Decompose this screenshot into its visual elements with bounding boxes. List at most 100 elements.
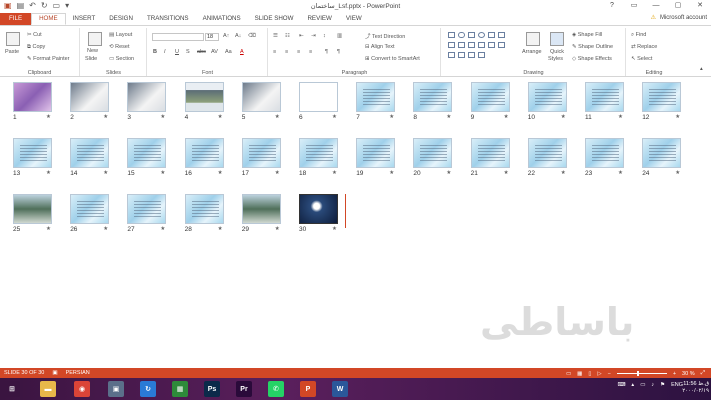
reading-view-icon[interactable]: ▯ — [588, 371, 591, 377]
tab-file[interactable]: FILE — [0, 13, 32, 25]
numbering-icon[interactable]: ☷ — [285, 33, 290, 39]
transition-star-icon[interactable]: ★ — [504, 114, 509, 120]
slide-thumbnail[interactable] — [127, 82, 167, 112]
powerpoint-icon[interactable]: P — [300, 381, 316, 397]
bold-button[interactable]: B — [153, 49, 157, 55]
section-button[interactable]: ▭ Section — [109, 56, 134, 62]
grow-font-button[interactable]: A↑ — [223, 33, 229, 39]
slide-thumbnail[interactable] — [527, 138, 567, 168]
slide-thumbnail-cell[interactable]: 30 ★ — [296, 194, 346, 236]
copy-button[interactable]: ⧉ Copy — [27, 44, 45, 51]
arrange-icon[interactable] — [526, 32, 540, 46]
shape-fill-button[interactable]: ◈ Shape Fill — [572, 32, 602, 38]
chrome-icon[interactable]: ◉ — [74, 381, 90, 397]
align-text-button[interactable]: ⊟ Align Text — [365, 44, 395, 50]
collapse-ribbon-icon[interactable]: ▴ — [700, 66, 703, 72]
fit-slide-icon[interactable]: ⤢ — [701, 370, 705, 377]
ltr-icon[interactable]: ¶ — [337, 49, 340, 55]
transition-star-icon[interactable]: ★ — [446, 170, 451, 176]
align-center-icon[interactable]: ≡ — [285, 49, 288, 55]
paste-button[interactable]: Paste — [5, 49, 19, 55]
new-slide-icon[interactable] — [88, 32, 102, 46]
language-indicator[interactable]: PERSIAN — [66, 370, 90, 376]
shape-rectangle-icon[interactable] — [448, 32, 455, 38]
slide-thumbnail-cell[interactable]: 26 ★ — [67, 194, 117, 236]
transition-star-icon[interactable]: ★ — [103, 114, 108, 120]
zoom-slider-thumb[interactable] — [636, 371, 639, 376]
slide-thumbnail-cell[interactable]: 24 ★ — [639, 138, 689, 180]
zoom-out-button[interactable]: − — [608, 371, 611, 377]
columns-icon[interactable]: ▥ — [337, 33, 342, 39]
maximize-button[interactable]: ▢ — [667, 0, 689, 12]
shape-outline-button[interactable]: ✎ Shape Outline — [572, 44, 613, 50]
windows-start-icon[interactable]: ⊞ — [4, 381, 20, 397]
slide-thumbnail[interactable] — [299, 138, 338, 168]
tab-animations[interactable]: ANIMATIONS — [196, 13, 248, 25]
slide-thumbnail[interactable] — [184, 194, 224, 224]
layout-button[interactable]: ▤ Layout — [109, 32, 132, 38]
slide-thumbnail-cell[interactable]: 8 ★ — [410, 82, 460, 124]
replace-button[interactable]: ⇄ Replace — [631, 44, 657, 50]
shape-block-icon[interactable] — [468, 52, 475, 58]
quick-styles-icon[interactable] — [550, 32, 564, 46]
proofing-icon[interactable]: ▣ — [52, 370, 57, 376]
slide-thumbnail-cell[interactable]: 6 ★ — [296, 82, 346, 124]
slide-thumbnail-cell[interactable]: 13 ★ — [10, 138, 60, 180]
slide-thumbnail-cell[interactable]: 14 ★ — [67, 138, 117, 180]
slide-thumbnail-cell[interactable]: 22 ★ — [525, 138, 575, 180]
transition-star-icon[interactable]: ★ — [332, 170, 337, 176]
convert-smartart-button[interactable]: ⊞ Convert to SmartArt — [365, 56, 420, 62]
reset-button[interactable]: ⟲ Reset — [109, 44, 130, 50]
shape-heart-icon[interactable] — [498, 42, 505, 48]
transition-star-icon[interactable]: ★ — [160, 114, 165, 120]
bullets-icon[interactable]: ☰ — [273, 33, 278, 39]
shape-plus-icon[interactable] — [458, 52, 465, 58]
slide-thumbnail-cell[interactable]: 5 ★ — [239, 82, 289, 124]
align-left-icon[interactable]: ≡ — [273, 49, 276, 55]
file-explorer-icon[interactable]: ▬ — [40, 381, 56, 397]
slide-thumbnail-cell[interactable]: 2 ★ — [67, 82, 117, 124]
transition-star-icon[interactable]: ★ — [561, 114, 566, 120]
slide-thumbnail[interactable] — [413, 138, 453, 168]
slide-thumbnail[interactable] — [470, 82, 510, 112]
slide-thumbnail[interactable] — [241, 82, 281, 112]
slide-thumbnail-cell[interactable]: 16 ★ — [182, 138, 232, 180]
transition-star-icon[interactable]: ★ — [218, 170, 223, 176]
new-slide-label-1[interactable]: New — [87, 48, 98, 54]
tray-expand-icon[interactable]: ▴ — [631, 382, 634, 388]
word-icon[interactable]: W — [332, 381, 348, 397]
line-spacing-icon[interactable]: ↕ — [323, 33, 326, 39]
flag-icon[interactable]: ⚑ — [660, 382, 665, 388]
decrease-indent-icon[interactable]: ⇤ — [299, 33, 304, 39]
slide-sorter-icon[interactable]: ▦ — [577, 371, 582, 377]
shape-rounded-icon[interactable] — [458, 32, 465, 38]
slide-thumbnail[interactable] — [241, 138, 281, 168]
transition-star-icon[interactable]: ★ — [675, 170, 680, 176]
transition-star-icon[interactable]: ★ — [275, 170, 280, 176]
font-name-box[interactable] — [152, 33, 204, 41]
calculator-icon[interactable]: ▦ — [172, 381, 188, 397]
zoom-in-button[interactable]: + — [673, 371, 676, 377]
tab-review[interactable]: REVIEW — [300, 13, 338, 25]
slide-thumbnail-cell[interactable]: 29 ★ — [239, 194, 289, 236]
transition-star-icon[interactable]: ★ — [160, 226, 165, 232]
increase-indent-icon[interactable]: ⇥ — [311, 33, 316, 39]
transition-star-icon[interactable]: ★ — [103, 170, 108, 176]
slide-thumbnail[interactable] — [184, 82, 224, 112]
minimize-button[interactable]: — — [645, 0, 667, 12]
shape-line-icon[interactable] — [468, 32, 475, 38]
slide-thumbnail-cell[interactable]: 20 ★ — [410, 138, 460, 180]
slide-thumbnail[interactable] — [413, 82, 453, 112]
shape-flow-icon[interactable] — [478, 42, 485, 48]
slide-thumbnail[interactable] — [127, 138, 167, 168]
shape-wave-icon[interactable] — [478, 52, 485, 58]
shape-oval-icon[interactable] — [478, 32, 485, 38]
slide-thumbnail[interactable] — [585, 82, 624, 112]
slide-thumbnail-cell[interactable]: 15 ★ — [124, 138, 174, 180]
tab-slide-show[interactable]: SLIDE SHOW — [248, 13, 301, 25]
ribbon-display-button[interactable]: ▭ — [623, 0, 645, 12]
shape-triangle-icon[interactable] — [488, 32, 495, 38]
slide-thumbnail[interactable] — [13, 194, 52, 224]
font-color-button[interactable]: A — [240, 49, 244, 55]
sync-icon[interactable]: ↻ — [140, 381, 156, 397]
